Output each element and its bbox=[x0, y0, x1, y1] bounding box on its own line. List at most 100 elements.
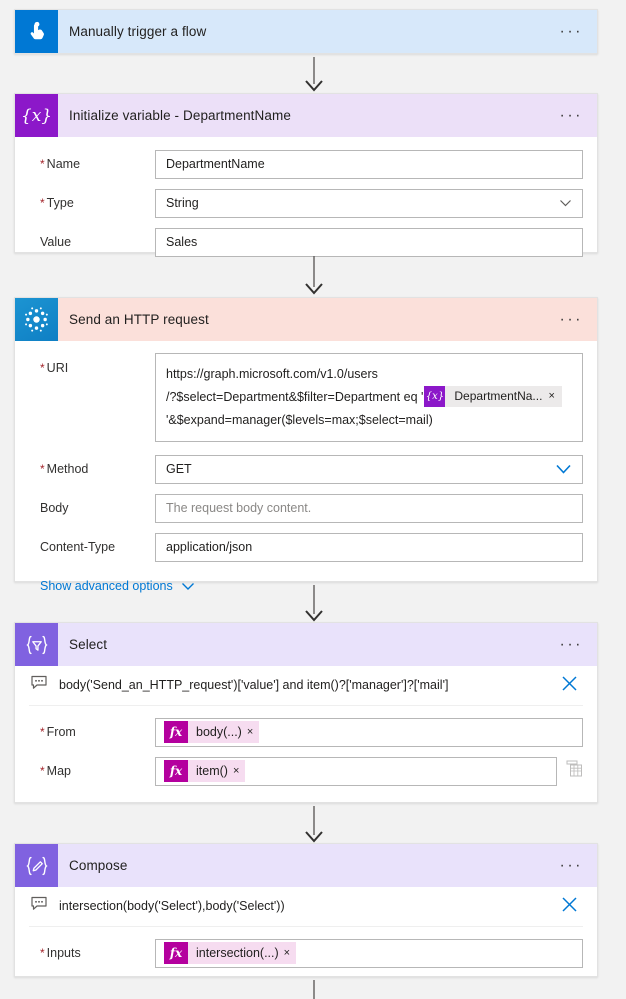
map-expression-token[interactable]: fx item() × bbox=[164, 760, 246, 782]
content-type-input[interactable]: application/json bbox=[155, 532, 583, 562]
step-body-compose: intersection(body('Select'),body('Select… bbox=[15, 887, 597, 982]
fx-badge-icon: fx bbox=[164, 760, 188, 782]
step-body-init-variable: Name DepartmentName Type String Value Sa… bbox=[15, 137, 597, 271]
from-input[interactable]: fx body(...) × bbox=[155, 717, 583, 747]
map-token-label: item() bbox=[196, 764, 228, 778]
comment-row: intersection(body('Select'),body('Select… bbox=[29, 887, 583, 927]
chevron-down-icon bbox=[555, 461, 572, 478]
step-title: Compose bbox=[69, 858, 128, 873]
flow-step-compose[interactable]: Compose ··· intersection(body('Select'),… bbox=[14, 843, 598, 977]
uri-line-3: '&$expand=manager($levels=max;$select=ma… bbox=[166, 413, 433, 427]
chevron-down-icon bbox=[559, 197, 572, 210]
connector-arrow-5 bbox=[301, 980, 327, 999]
department-name-token[interactable]: {x} DepartmentNa... × bbox=[424, 385, 562, 408]
fx-badge-icon: fx bbox=[164, 942, 188, 964]
type-dropdown-value: String bbox=[166, 196, 199, 210]
graph-burst-icon bbox=[15, 298, 58, 341]
field-label: Method bbox=[29, 462, 155, 476]
field-row-name: Name DepartmentName bbox=[29, 149, 583, 179]
map-input[interactable]: fx item() × bbox=[155, 756, 557, 786]
from-expression-token[interactable]: fx body(...) × bbox=[164, 721, 260, 743]
field-row-from: From fx body(...) × bbox=[29, 717, 583, 747]
step-header-select[interactable]: Select ··· bbox=[15, 623, 597, 666]
uri-input[interactable]: https://graph.microsoft.com/v1.0/users /… bbox=[155, 353, 583, 442]
step-more-button[interactable]: ··· bbox=[560, 311, 583, 328]
step-more-button[interactable]: ··· bbox=[560, 107, 583, 124]
step-title: Send an HTTP request bbox=[69, 312, 209, 327]
chevron-down-icon bbox=[181, 579, 195, 593]
field-row-content-type: Content-Type application/json bbox=[29, 532, 583, 562]
variable-braces-icon: {x} bbox=[15, 94, 58, 137]
step-header-send-http-request[interactable]: Send an HTTP request ··· bbox=[15, 298, 597, 341]
name-input[interactable]: DepartmentName bbox=[155, 149, 583, 179]
variable-token-badge: {x} bbox=[424, 386, 446, 408]
uri-line-2-text: /?$select=Department&$filter=Department … bbox=[166, 390, 424, 404]
field-row-value: Value Sales bbox=[29, 227, 583, 257]
value-input[interactable]: Sales bbox=[155, 227, 583, 257]
step-more-button[interactable]: ··· bbox=[560, 23, 583, 40]
field-label: Content-Type bbox=[40, 540, 116, 554]
flow-step-send-http-request[interactable]: Send an HTTP request ··· URI https://gra… bbox=[14, 297, 598, 593]
step-title: Initialize variable - DepartmentName bbox=[69, 108, 291, 123]
connector-arrow-2 bbox=[301, 256, 327, 296]
step-body-select: body('Send_an_HTTP_request')['value'] an… bbox=[15, 666, 597, 800]
token-remove-icon[interactable]: × bbox=[548, 385, 561, 408]
token-remove-icon[interactable]: × bbox=[284, 947, 296, 959]
step-header-init-variable[interactable]: {x} Initialize variable - DepartmentName… bbox=[15, 94, 597, 137]
inputs-input[interactable]: fx intersection(...) × bbox=[155, 938, 583, 968]
field-label: URI bbox=[29, 353, 155, 375]
field-label: From bbox=[29, 725, 155, 739]
connector-arrow-4 bbox=[301, 806, 327, 844]
inputs-token-label: intersection(...) bbox=[196, 946, 279, 960]
inputs-expression-token[interactable]: fx intersection(...) × bbox=[164, 942, 297, 964]
field-label: Map bbox=[29, 764, 155, 778]
grid-view-icon[interactable] bbox=[566, 760, 583, 782]
step-title: Select bbox=[69, 637, 108, 652]
step-header-compose[interactable]: Compose ··· bbox=[15, 844, 597, 887]
comment-text: intersection(body('Select'),body('Select… bbox=[59, 899, 285, 913]
uri-line-2: /?$select=Department&$filter=Department … bbox=[166, 386, 572, 409]
flow-canvas: Manually trigger a flow ··· {x} Initiali… bbox=[0, 0, 626, 999]
from-token-label: body(...) bbox=[196, 725, 242, 739]
flow-step-select[interactable]: Select ··· body('Send_an_HTTP_request')[… bbox=[14, 622, 598, 803]
comment-icon bbox=[31, 675, 53, 695]
field-row-uri: URI https://graph.microsoft.com/v1.0/use… bbox=[29, 353, 583, 442]
type-dropdown[interactable]: String bbox=[155, 188, 583, 218]
field-label: Type bbox=[29, 196, 155, 210]
method-dropdown-value: GET bbox=[166, 462, 192, 476]
method-dropdown[interactable]: GET bbox=[155, 454, 583, 484]
show-advanced-options-label: Show advanced options bbox=[40, 579, 173, 593]
comment-text: body('Send_an_HTTP_request')['value'] an… bbox=[59, 678, 449, 692]
fx-badge-icon: fx bbox=[164, 721, 188, 743]
field-label: Value bbox=[40, 235, 72, 249]
step-more-button[interactable]: ··· bbox=[560, 857, 583, 874]
field-label: Inputs bbox=[29, 946, 155, 960]
step-body-send-http-request: URI https://graph.microsoft.com/v1.0/use… bbox=[15, 341, 597, 611]
compose-braces-icon bbox=[15, 844, 58, 887]
token-remove-icon[interactable]: × bbox=[233, 765, 245, 777]
close-icon[interactable] bbox=[560, 674, 579, 698]
field-row-inputs: Inputs fx intersection(...) × bbox=[29, 938, 583, 968]
tap-hand-icon bbox=[15, 10, 58, 53]
connector-arrow-3 bbox=[301, 585, 327, 623]
close-icon[interactable] bbox=[560, 895, 579, 919]
field-label: Body bbox=[40, 501, 69, 515]
comment-icon bbox=[31, 896, 53, 916]
step-header-trigger[interactable]: Manually trigger a flow ··· bbox=[15, 10, 597, 53]
step-title: Manually trigger a flow bbox=[69, 24, 207, 39]
field-row-map: Map fx item() × bbox=[29, 756, 583, 786]
uri-line-1: https://graph.microsoft.com/v1.0/users bbox=[166, 367, 378, 381]
field-row-type: Type String bbox=[29, 188, 583, 218]
step-more-button[interactable]: ··· bbox=[560, 636, 583, 653]
variable-token-label: DepartmentNa... bbox=[454, 389, 543, 404]
body-input[interactable]: The request body content. bbox=[155, 493, 583, 523]
connector-arrow-1 bbox=[301, 57, 327, 93]
field-label: Name bbox=[29, 157, 155, 171]
field-row-method: Method GET bbox=[29, 454, 583, 484]
field-row-body: Body The request body content. bbox=[29, 493, 583, 523]
comment-row: body('Send_an_HTTP_request')['value'] an… bbox=[29, 666, 583, 706]
flow-step-trigger[interactable]: Manually trigger a flow ··· bbox=[14, 9, 598, 54]
token-remove-icon[interactable]: × bbox=[247, 726, 259, 738]
flow-step-init-variable[interactable]: {x} Initialize variable - DepartmentName… bbox=[14, 93, 598, 257]
filter-braces-icon bbox=[15, 623, 58, 666]
